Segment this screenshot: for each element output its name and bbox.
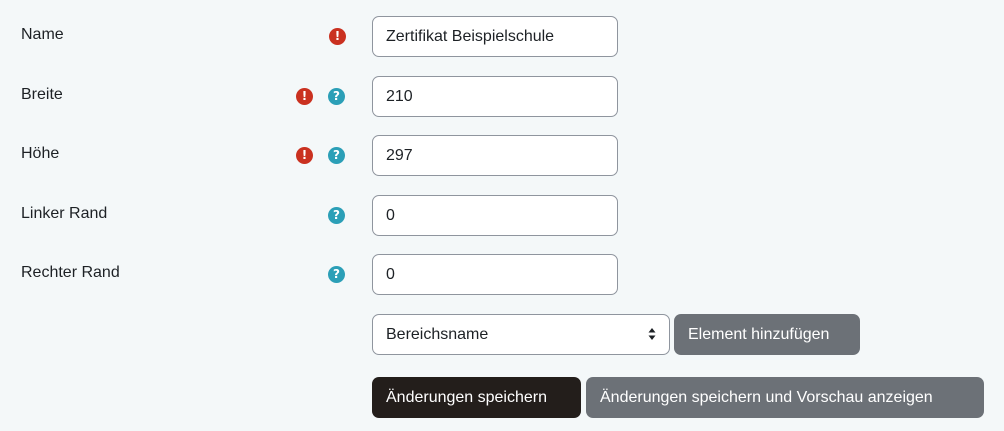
form-row-rechter-rand: Rechter Rand ? 0 bbox=[0, 254, 1004, 296]
form-row-hoehe: Höhe ! ? 297 bbox=[0, 135, 1004, 177]
field-label-hoehe: Höhe bbox=[21, 145, 60, 162]
field-label-name: Name bbox=[21, 26, 64, 43]
field-label-linker-rand: Linker Rand bbox=[21, 205, 108, 222]
save-and-preview-button[interactable]: Änderungen speichern und Vorschau anzeig… bbox=[586, 377, 984, 418]
region-select[interactable]: Bereichsname bbox=[372, 314, 670, 355]
action-buttons-row: Änderungen speichern Änderungen speicher… bbox=[0, 377, 1004, 419]
form-row-name: Name ! Zertifikat Beispielschule bbox=[0, 16, 1004, 58]
field-label-rechter-rand: Rechter Rand bbox=[21, 264, 120, 281]
help-icon[interactable]: ? bbox=[328, 88, 345, 105]
required-icon: ! bbox=[296, 147, 313, 164]
region-select-value: Bereichsname bbox=[386, 326, 489, 343]
add-element-button[interactable]: Element hinzufügen bbox=[674, 314, 860, 355]
width-input[interactable]: 210 bbox=[372, 76, 618, 117]
help-icon[interactable]: ? bbox=[328, 207, 345, 224]
help-icon[interactable]: ? bbox=[328, 147, 345, 164]
save-button[interactable]: Änderungen speichern bbox=[372, 377, 581, 418]
form-row-linker-rand: Linker Rand ? 0 bbox=[0, 195, 1004, 237]
left-margin-input[interactable]: 0 bbox=[372, 195, 618, 236]
field-label-breite: Breite bbox=[21, 86, 63, 103]
required-icon: ! bbox=[296, 88, 313, 105]
form-row-breite: Breite ! ? 210 bbox=[0, 76, 1004, 118]
help-icon[interactable]: ? bbox=[328, 266, 345, 283]
required-icon: ! bbox=[329, 28, 346, 45]
height-input[interactable]: 297 bbox=[372, 135, 618, 176]
right-margin-input[interactable]: 0 bbox=[372, 254, 618, 295]
add-element-row: Bereichsname Element hinzufügen bbox=[0, 314, 1004, 356]
name-input[interactable]: Zertifikat Beispielschule bbox=[372, 16, 618, 57]
select-caret-icon bbox=[648, 328, 656, 340]
